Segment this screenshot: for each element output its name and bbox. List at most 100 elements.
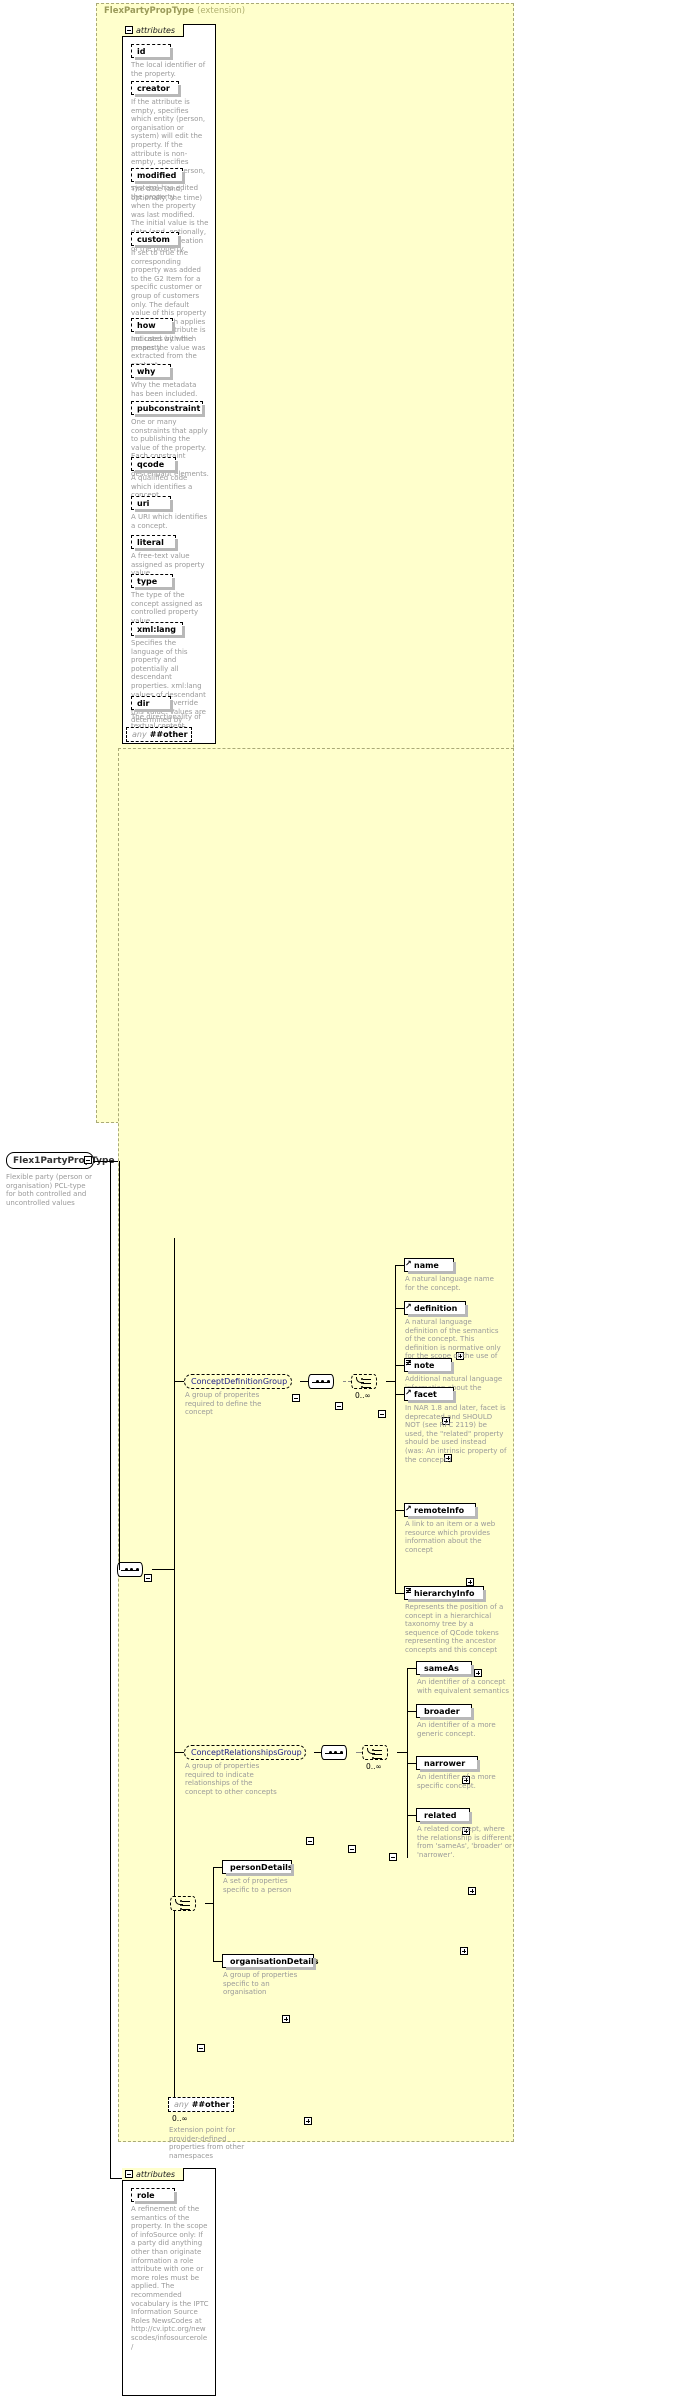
attribute-name: id	[137, 46, 146, 56]
group-1-choice-compositor[interactable]	[351, 1374, 377, 1389]
element-node-narrower[interactable]: narrower	[416, 1756, 480, 1772]
connector-to-name	[395, 1265, 404, 1266]
element-persondetails-toggle-icon[interactable]	[282, 2015, 290, 2023]
group-2-sequence-toggle-icon[interactable]	[348, 1845, 356, 1853]
attribute-name: role	[137, 2190, 155, 2200]
attribute-annotation-role: A refinement of the semantics of the pro…	[131, 2205, 209, 2351]
element-narrower-toggle-icon[interactable]	[468, 1887, 476, 1895]
element-name: related	[424, 1810, 457, 1820]
node-shadow	[135, 470, 178, 473]
connector-group1-to-seq	[300, 1381, 308, 1382]
attribute-node-modified[interactable]: modified	[131, 168, 185, 184]
attribute-node-qcode[interactable]: qcode	[131, 457, 178, 473]
attribute-node-dir[interactable]: dir	[131, 696, 173, 712]
group-2-toggle-icon[interactable]	[306, 1837, 314, 1845]
attribute-name: qcode	[137, 459, 165, 469]
element-annotation-organisationdetails: A group of properties specific to an org…	[223, 1971, 298, 1997]
element-node-note[interactable]: note	[404, 1358, 454, 1374]
attribute-node-id[interactable]: id	[131, 44, 173, 60]
node-shadow	[178, 85, 181, 97]
any-keyword: any	[132, 730, 147, 739]
node-shadow	[408, 1599, 486, 1602]
element-name: sameAs	[424, 1663, 459, 1673]
connector-to-broader	[407, 1711, 416, 1712]
group-node-concept-definition[interactable]: ConceptDefinitionGroup	[184, 1374, 292, 1389]
group-1-choice-toggle-icon[interactable]	[378, 1410, 386, 1418]
connector-to-organisationdetails	[213, 1961, 222, 1962]
node-shadow	[408, 1314, 468, 1317]
attribute-node-role[interactable]: role	[131, 2188, 177, 2204]
attribute-node-custom[interactable]: custom	[131, 232, 181, 248]
extension-type-suffix: (extension)	[197, 6, 246, 16]
attribute-node-how[interactable]: how	[131, 318, 175, 334]
any-node-extension[interactable]: any ##other	[168, 2097, 234, 2112]
collapse-toggle-icon[interactable]	[125, 26, 133, 34]
attribute-node-uri[interactable]: uri	[131, 496, 173, 512]
node-shadow	[453, 1391, 456, 1403]
node-shadow	[408, 1271, 456, 1274]
node-shadow	[135, 94, 181, 97]
element-ref-arrow-icon	[405, 1588, 412, 1598]
attribute-node-type[interactable]: type	[131, 574, 175, 590]
element-node-broader[interactable]: broader	[416, 1704, 474, 1720]
element-name: organisationDetails	[230, 1956, 319, 1966]
element-ref-arrow-icon	[405, 1360, 412, 1370]
element-name: note	[414, 1360, 435, 1370]
element-node-facet[interactable]: facet	[404, 1387, 456, 1403]
attribute-node-creator[interactable]: creator	[131, 81, 181, 97]
collapse-toggle-icon[interactable]	[125, 2170, 133, 2178]
node-shadow	[135, 181, 185, 184]
root-collapse-toggle-icon[interactable]	[84, 1156, 92, 1164]
sequence-dots-icon	[121, 1568, 139, 1571]
branch-bus-vertical	[174, 1238, 175, 2104]
element-remoteinfo-toggle-icon[interactable]	[466, 1578, 474, 1586]
attribute-node-literal[interactable]: literal	[131, 535, 178, 551]
detail-choice-toggle-icon[interactable]	[197, 2044, 205, 2052]
node-shadow	[135, 245, 181, 248]
connector-to-group-2	[174, 1752, 184, 1753]
element-related-toggle-icon[interactable]	[460, 1947, 468, 1955]
element-node-hierarchyinfo[interactable]: hierarchyInfo	[404, 1586, 486, 1602]
node-shadow	[135, 414, 205, 417]
attribute-node-xmllang[interactable]: xml:lang	[131, 622, 185, 638]
element-node-name[interactable]: name	[404, 1258, 456, 1274]
group-2-annotation: A group of properties required to indica…	[185, 1762, 277, 1796]
group-1-sequence-compositor[interactable]	[308, 1374, 334, 1389]
group-1-sequence-toggle-icon[interactable]	[335, 1402, 343, 1410]
element-annotation-narrower: An identifier of a more specific concept…	[417, 1773, 496, 1790]
element-node-related[interactable]: related	[416, 1808, 472, 1824]
root-element-node[interactable]: Flex1PartyPropType	[6, 1152, 115, 1169]
element-node-remoteinfo[interactable]: remoteInfo	[404, 1503, 478, 1519]
bottom-attributes-header[interactable]: attributes	[122, 2168, 184, 2181]
group-2-choice-compositor[interactable]	[362, 1745, 388, 1760]
attribute-node-pubconstraint[interactable]: pubconstraint	[131, 401, 205, 417]
detail-choice-compositor[interactable]	[170, 1896, 196, 1911]
group-2-choice-toggle-icon[interactable]	[389, 1853, 397, 1861]
attribute-name: why	[137, 366, 156, 376]
group-2-occurs-label: 0..∞	[366, 1762, 382, 1771]
element-node-sameas[interactable]: sameAs	[416, 1661, 474, 1677]
top-attributes-header[interactable]: attributes	[122, 24, 184, 37]
element-name: hierarchyInfo	[414, 1588, 475, 1598]
attribute-name: xml:lang	[137, 624, 176, 634]
connector-group2-choice-out	[397, 1752, 407, 1753]
element-node-persondetails[interactable]: personDetails	[222, 1860, 294, 1876]
group-node-concept-relationships[interactable]: ConceptRelationshipsGroup	[184, 1745, 306, 1760]
element-annotation-name: A natural language name for the concept.	[405, 1275, 494, 1292]
element-node-definition[interactable]: definition	[404, 1301, 468, 1317]
choice-icon	[356, 1377, 372, 1388]
group-2-sequence-compositor[interactable]	[321, 1745, 347, 1760]
attribute-node-why[interactable]: why	[131, 364, 173, 380]
node-shadow	[170, 368, 173, 380]
node-shadow	[291, 1864, 294, 1876]
element-hierarchyinfo-toggle-icon[interactable]	[474, 1669, 482, 1677]
element-node-organisationdetails[interactable]: organisationDetails	[222, 1954, 318, 1970]
any-node-top[interactable]: any ##other	[126, 727, 192, 742]
any-namespace: ##other	[191, 2100, 230, 2109]
group-1-toggle-icon[interactable]	[292, 1394, 300, 1402]
attribute-name: custom	[137, 234, 170, 244]
element-organisationdetails-toggle-icon[interactable]	[304, 2117, 312, 2125]
schema-diagram-canvas: FlexPartyPropType (extension) attributes…	[0, 0, 692, 2399]
main-sequence-toggle-icon[interactable]	[144, 1574, 152, 1582]
main-sequence-compositor[interactable]	[117, 1562, 143, 1577]
